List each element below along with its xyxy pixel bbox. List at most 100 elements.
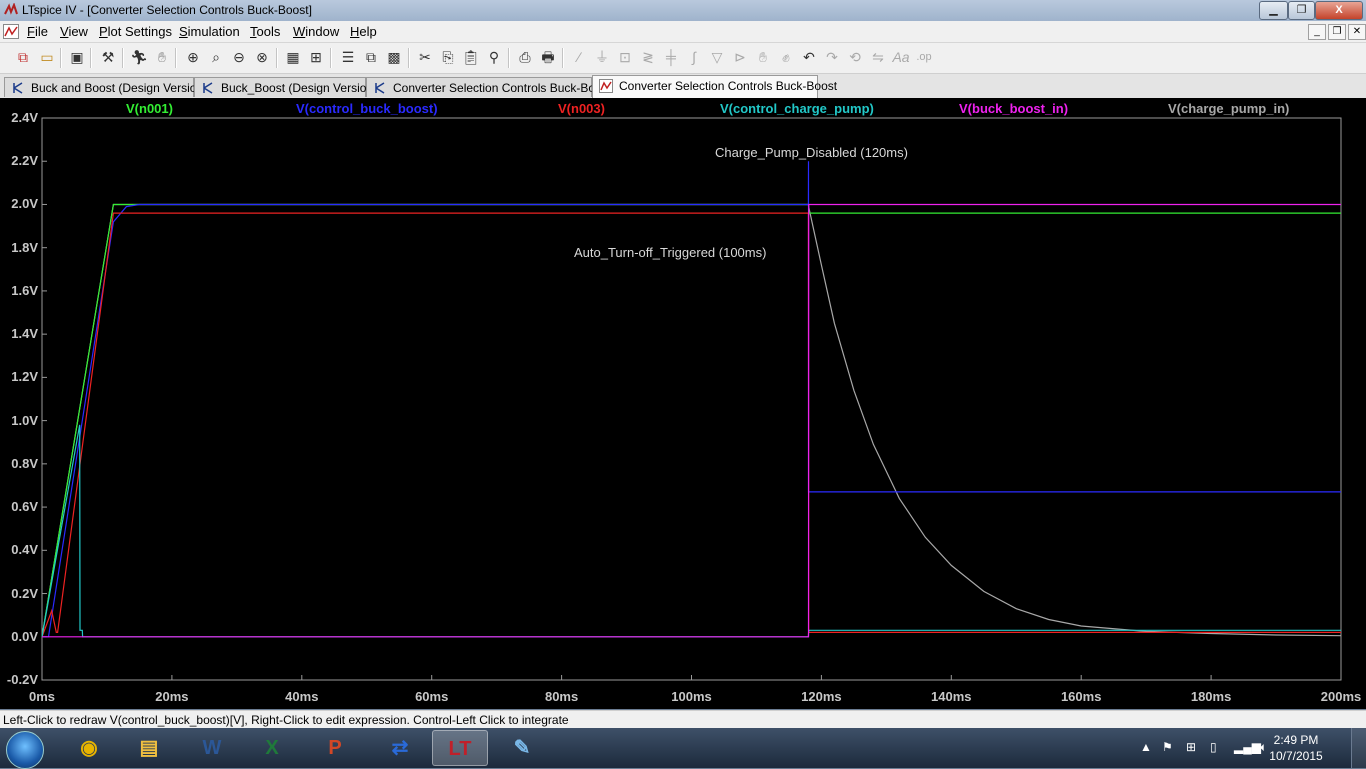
show-hidden-icons-icon[interactable]: ▲ (1140, 740, 1152, 754)
taskbar-remote-desktop-icon[interactable]: ⇄ (372, 730, 428, 766)
save-icon[interactable]: ▣ (68, 48, 86, 66)
windows-taskbar: ◉ ▤ W X P ⇄ LT ✎ ▲ ⚑ ⊞ ▯ ▂▄▆ 🔈︎ 2:49 PM 10/7/20… (0, 728, 1366, 769)
mdi-close-button[interactable]: ✕ (1348, 24, 1366, 40)
taskbar-ltspice-icon[interactable]: LT (432, 730, 488, 766)
tab-converter-selection-plot[interactable]: Converter Selection Controls Buck-Boost (592, 75, 837, 98)
diode-icon[interactable]: ▽ (708, 48, 726, 66)
run-icon[interactable]: 🏃︎ (130, 48, 148, 66)
zoom-fit-icon[interactable]: ⊗ (253, 48, 271, 66)
annotation-charge-pump-disabled: Charge_Pump_Disabled (120ms) (715, 145, 908, 160)
new-schematic-icon[interactable]: ⧉ (14, 48, 32, 66)
ltspice-app-icon[interactable] (4, 3, 18, 17)
resistor-icon[interactable]: ≷ (639, 48, 657, 66)
undo-icon[interactable]: ↶ (800, 48, 818, 66)
trace-v-charge-pump-in[interactable] (41, 203, 1342, 637)
clock-date: 10/7/2015 (1269, 749, 1323, 763)
taskbar-chrome-icon[interactable]: ◉ (61, 730, 117, 766)
toolbar-separator (562, 48, 564, 68)
trace-v-control-charge-pump[interactable] (41, 424, 1341, 638)
network-icon[interactable]: ▂▄▆ (1234, 740, 1261, 754)
menu-tools[interactable]: Tools (250, 24, 280, 39)
control-panel-icon[interactable]: ⚒ (99, 48, 117, 66)
close-all-icon[interactable]: ▩ (385, 48, 403, 66)
component-icon[interactable]: ⊳ (731, 48, 749, 66)
plot-canvas[interactable] (0, 98, 1366, 709)
status-bar: Left-Click to redraw V(control_buck_boos… (0, 710, 1366, 728)
trace-v-buck-boost-in[interactable] (42, 203, 1341, 638)
mdi-minimize-button[interactable]: _ (1308, 24, 1326, 40)
toolbar-separator (122, 48, 124, 68)
zoom-out-icon[interactable]: ⊖ (230, 48, 248, 66)
paste-icon[interactable]: 📋︎ (462, 48, 480, 66)
find-icon[interactable]: ⚲ (485, 48, 503, 66)
windows-flag-icon[interactable]: ⊞ (1186, 740, 1196, 754)
maximize-button[interactable]: ❐ (1288, 1, 1315, 20)
trace-v-control-buck-boost[interactable] (42, 161, 1341, 638)
schematic-icon (375, 82, 385, 94)
annotation-auto-turn-off: Auto_Turn-off_Triggered (100ms) (574, 245, 767, 260)
toolbar: ⧉ ▭ ▣ ⚒ 🏃︎ ✋︎ ⊕ ⌕ ⊖ ⊗ ▦ ⊞ ☰ ⧉ ▩ ✂ ⎘ 📋︎ ⚲… (0, 43, 1366, 74)
cascade-icon[interactable]: ⧉ (362, 48, 380, 66)
schematic-icon (203, 82, 213, 94)
tab-label: Converter Selection Controls Buck-Boost (619, 79, 838, 93)
trace-v-n001[interactable] (41, 203, 1341, 637)
move-icon[interactable]: ✋︎ (754, 48, 772, 66)
text-icon[interactable]: Aa (892, 48, 910, 66)
copy-icon[interactable]: ⎘ (439, 48, 457, 66)
taskbar-powerpoint-icon[interactable]: P (307, 730, 363, 766)
redo-icon[interactable]: ↷ (823, 48, 841, 66)
toolbar-separator (330, 48, 332, 68)
action-center-icon[interactable]: ⚑ (1162, 740, 1173, 754)
inductor-icon[interactable]: ∫ (685, 48, 703, 66)
spice-directive-icon[interactable]: .op (915, 48, 933, 66)
menu-view[interactable]: View (60, 24, 88, 39)
wire-icon[interactable]: ∕ (570, 48, 588, 66)
document-icon[interactable] (3, 24, 19, 39)
label-net-icon[interactable]: ⊡ (616, 48, 634, 66)
system-clock[interactable]: 2:49 PM 10/7/2015 (1266, 732, 1326, 764)
rotate-icon[interactable]: ⟲ (846, 48, 864, 66)
waveform-plot[interactable]: V(n001) V(control_buck_boost) V(n003) V(… (0, 98, 1366, 709)
mirror-icon[interactable]: ⇋ (869, 48, 887, 66)
trace-v-n003[interactable] (41, 212, 1341, 638)
print-icon[interactable]: 🖶︎ (539, 48, 557, 66)
taskbar-word-icon[interactable]: W (184, 730, 240, 766)
menu-file[interactable]: File (27, 24, 48, 39)
capacitor-icon[interactable]: ╪ (662, 48, 680, 66)
title-bar: LTspice IV - [Converter Selection Contro… (0, 0, 1366, 21)
mdi-restore-button[interactable]: ❐ (1328, 24, 1346, 40)
menu-help[interactable]: Help (350, 24, 377, 39)
pan-icon[interactable]: ⌕ (207, 48, 225, 66)
taskbar-explorer-icon[interactable]: ▤ (121, 730, 177, 766)
document-tabs: Buck and Boost (Design Version) Buck_Boo… (0, 74, 1366, 98)
menu-plot-settings[interactable]: Plot Settings (99, 24, 172, 39)
cut-icon[interactable]: ✂ (416, 48, 434, 66)
menu-bar: File View Plot Settings Simulation Tools… (0, 21, 1366, 43)
print-preview-icon[interactable]: ⎙ (516, 48, 534, 66)
plot-window-icon[interactable]: ⊞ (307, 48, 325, 66)
tab-label: Buck_Boost (Design Version) (221, 81, 378, 95)
battery-icon[interactable]: ▯ (1210, 740, 1217, 754)
menu-window[interactable]: Window (293, 24, 339, 39)
ground-icon[interactable]: ⏚ (593, 48, 611, 66)
menu-simulation[interactable]: Simulation (179, 24, 240, 39)
tab-label: Buck and Boost (Design Version) (31, 81, 208, 95)
zoom-in-icon[interactable]: ⊕ (184, 48, 202, 66)
open-icon[interactable]: ▭ (38, 48, 56, 66)
taskbar-notepad-icon[interactable]: ✎ (494, 730, 550, 766)
start-button[interactable] (6, 731, 44, 769)
taskbar-excel-icon[interactable]: X (244, 730, 300, 766)
drag-icon[interactable]: ✊︎ (777, 48, 795, 66)
show-desktop-button[interactable] (1351, 728, 1366, 768)
halt-icon[interactable]: ✋︎ (153, 48, 171, 66)
tile-horizontal-icon[interactable]: ☰ (339, 48, 357, 66)
autorange-icon[interactable]: ▦ (284, 48, 302, 66)
toolbar-separator (175, 48, 177, 68)
tab-converter-selection-schematic[interactable]: Converter Selection Controls Buck-Boost (366, 77, 611, 97)
waveform-icon (599, 79, 613, 93)
tab-buck-boost[interactable]: Buck_Boost (Design Version) (194, 77, 377, 97)
tab-buck-and-boost[interactable]: Buck and Boost (Design Version) (4, 77, 207, 97)
minimize-button[interactable]: ▁ (1259, 1, 1288, 20)
close-button[interactable]: X (1315, 1, 1363, 20)
toolbar-separator (276, 48, 278, 68)
